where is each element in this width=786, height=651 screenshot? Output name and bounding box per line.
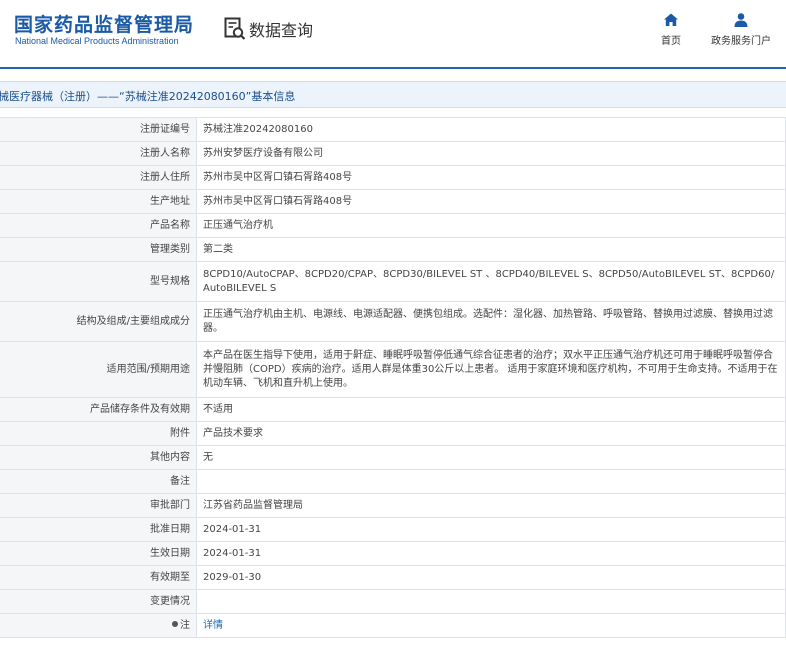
field-value: 2024-01-31: [196, 541, 786, 566]
field-value: 正压通气治疗机由主机、电源线、电源适配器、便携包组成。选配件：湿化器、加热管路、…: [196, 301, 786, 342]
table-row: 注册证编号 苏械注准20242080160: [0, 117, 786, 142]
field-label: 产品储存条件及有效期: [0, 397, 197, 422]
table-row: 注册人名称 苏州安梦医疗设备有限公司: [0, 141, 786, 166]
field-label: 注册证编号: [0, 117, 197, 142]
field-label: 型号规格: [0, 261, 197, 302]
table-row: 注册人住所 苏州市吴中区胥口镇石胥路408号: [0, 165, 786, 190]
table-row: 注 详情: [0, 613, 786, 638]
field-value: 苏械注准20242080160: [196, 117, 786, 142]
field-label: 生效日期: [0, 541, 197, 566]
bullet-icon: [172, 620, 178, 627]
table-row: 管理类别 第二类: [0, 237, 786, 262]
field-value: 8CPD10/AutoCPAP、8CPD20/CPAP、8CPD30/BILEV…: [196, 261, 786, 302]
field-value: 不适用: [196, 397, 786, 422]
field-value: 2029-01-30: [196, 565, 786, 590]
table-row: 附件 产品技术要求: [0, 421, 786, 446]
field-value: 正压通气治疗机: [196, 213, 786, 238]
table-row: 型号规格 8CPD10/AutoCPAP、8CPD20/CPAP、8CPD30/…: [0, 261, 786, 302]
field-label: 注册人名称: [0, 141, 197, 166]
note-label: 注: [180, 619, 190, 631]
field-label: 有效期至: [0, 565, 197, 590]
nav-service-label: 政务服务门户: [711, 36, 771, 47]
header-divider: [0, 67, 786, 69]
table-row: 其他内容 无: [0, 445, 786, 470]
field-label: 其他内容: [0, 445, 197, 470]
user-icon: [734, 13, 748, 27]
field-value: 产品技术要求: [196, 421, 786, 446]
field-label: 结构及组成/主要组成成分: [0, 301, 197, 342]
field-label: 附件: [0, 421, 197, 446]
document-search-icon: [224, 17, 246, 40]
table-row: 生效日期 2024-01-31: [0, 541, 786, 566]
nav-service-portal[interactable]: 政务服务门户: [706, 12, 776, 47]
field-value: 苏州安梦医疗设备有限公司: [196, 141, 786, 166]
site-logo-en[interactable]: National Medical Products Administration: [15, 36, 179, 46]
field-value: 无: [196, 445, 786, 470]
table-row: 变更情况: [0, 589, 786, 614]
page-title-bar: 械医疗器械（注册）——“苏械注准20242080160”基本信息: [0, 81, 786, 108]
table-row: 产品储存条件及有效期 不适用: [0, 397, 786, 422]
field-label: 产品名称: [0, 213, 197, 238]
table-row: 备注: [0, 469, 786, 494]
field-value: [196, 469, 786, 494]
field-value: 本产品在医生指导下使用，适用于鼾症、睡眠呼吸暂停低通气综合征患者的治疗；双水平正…: [196, 341, 786, 398]
field-value: 江苏省药品监督管理局: [196, 493, 786, 518]
table-row: 批准日期 2024-01-31: [0, 517, 786, 542]
data-query-title[interactable]: 数据查询: [224, 16, 313, 42]
table-row: 有效期至 2029-01-30: [0, 565, 786, 590]
site-logo-cn[interactable]: 国家药品监督管理局: [14, 10, 194, 37]
home-icon: [664, 13, 678, 26]
table-row: 结构及组成/主要组成成分 正压通气治疗机由主机、电源线、电源适配器、便携包组成。…: [0, 301, 786, 342]
field-value: [196, 589, 786, 614]
field-value: 苏州市吴中区胥口镇石胥路408号: [196, 189, 786, 214]
field-value: 详情: [196, 613, 786, 638]
table-row: 生产地址 苏州市吴中区胥口镇石胥路408号: [0, 189, 786, 214]
table-row: 审批部门 江苏省药品监督管理局: [0, 493, 786, 518]
site-header: 国家药品监督管理局 National Medical Products Admi…: [0, 0, 786, 68]
field-value: 苏州市吴中区胥口镇石胥路408号: [196, 165, 786, 190]
data-query-label: 数据查询: [249, 21, 314, 40]
field-value: 第二类: [196, 237, 786, 262]
nav-home[interactable]: 首页: [636, 12, 706, 47]
field-label: 审批部门: [0, 493, 197, 518]
field-label: 备注: [0, 469, 197, 494]
field-label-note: 注: [0, 613, 197, 638]
field-label: 批准日期: [0, 517, 197, 542]
table-row: 产品名称 正压通气治疗机: [0, 213, 786, 238]
detail-table: 注册证编号 苏械注准20242080160 注册人名称 苏州安梦医疗设备有限公司…: [0, 117, 786, 638]
field-value: 2024-01-31: [196, 517, 786, 542]
field-label: 管理类别: [0, 237, 197, 262]
table-row: 适用范围/预期用途 本产品在医生指导下使用，适用于鼾症、睡眠呼吸暂停低通气综合征…: [0, 341, 786, 398]
field-label: 变更情况: [0, 589, 197, 614]
field-label: 生产地址: [0, 189, 197, 214]
field-label: 适用范围/预期用途: [0, 341, 197, 398]
field-label: 注册人住所: [0, 165, 197, 190]
details-link[interactable]: 详情: [203, 620, 223, 631]
nav-home-label: 首页: [661, 36, 681, 47]
page-title: 械医疗器械（注册）——“苏械注准20242080160”基本信息: [0, 90, 296, 103]
